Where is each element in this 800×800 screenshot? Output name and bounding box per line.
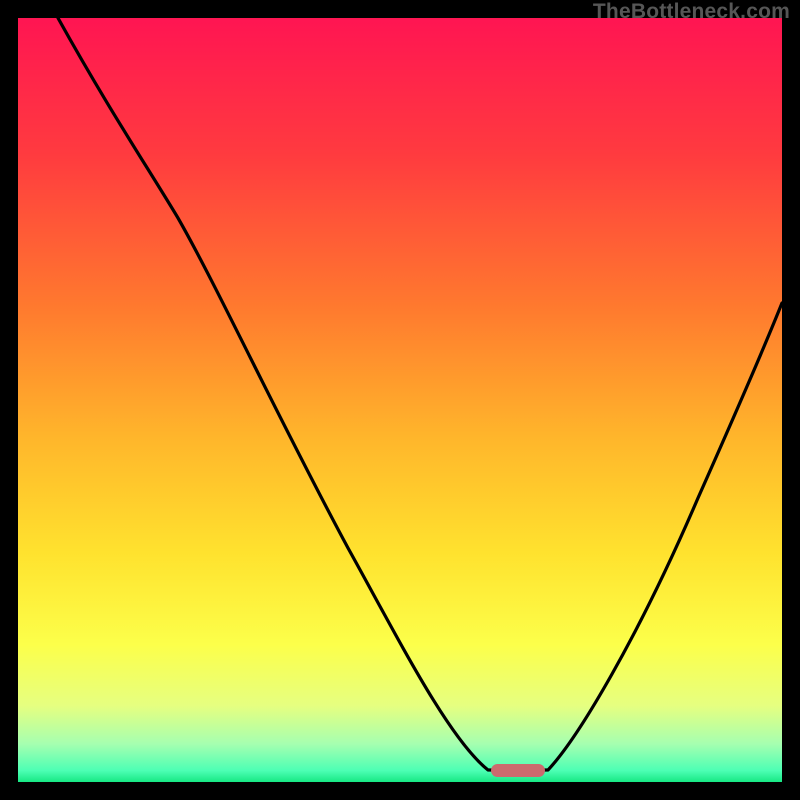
bottleneck-curve bbox=[18, 18, 782, 782]
chart-stage: TheBottleneck.com bbox=[0, 0, 800, 800]
optimum-marker bbox=[491, 764, 545, 777]
attribution-text: TheBottleneck.com bbox=[593, 0, 790, 24]
plot-area bbox=[18, 18, 782, 782]
